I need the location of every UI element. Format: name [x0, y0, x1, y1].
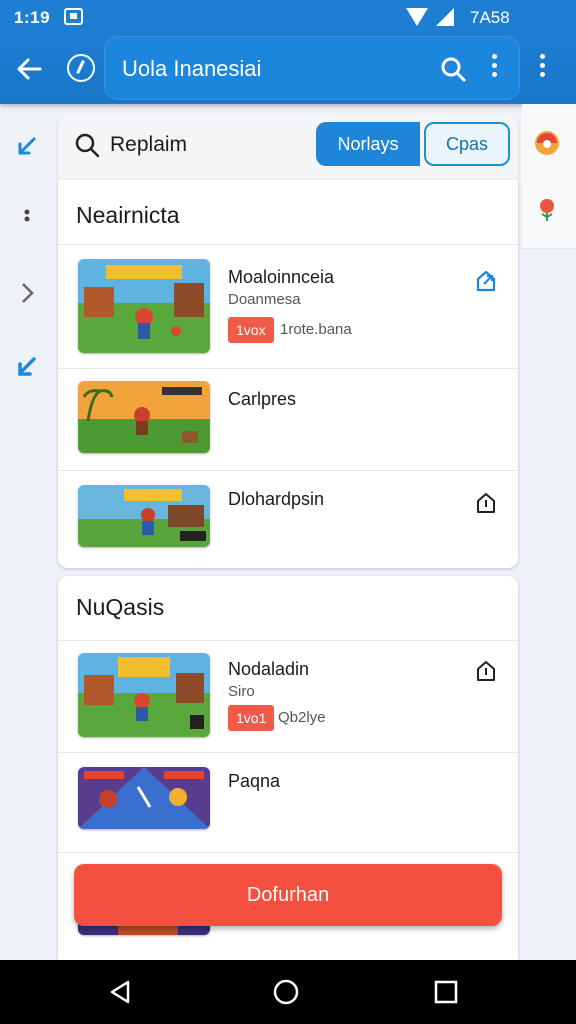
section-title: NuQasis [76, 594, 165, 620]
status-bar: 1:19 7A58 [0, 0, 576, 34]
right-rail [522, 104, 576, 249]
game-thumbnail [78, 767, 210, 829]
search-field-icon [74, 132, 100, 158]
item-title: Moaloinnceia [228, 267, 335, 287]
back-nav-icon[interactable] [106, 978, 134, 1006]
list-item[interactable]: Moaloinnceia Doanmesa 1vox 1rote.bana [58, 244, 518, 368]
list-item[interactable]: Carlpres [58, 368, 518, 470]
save-icon[interactable] [474, 659, 498, 683]
status-badge: 1vox [228, 317, 274, 343]
status-badge: 1vo1 [228, 705, 275, 731]
save-icon[interactable] [474, 491, 498, 515]
item-meta: Qb2lye [278, 709, 326, 726]
flower-icon[interactable] [534, 196, 560, 222]
overflow-menu-icon[interactable] [540, 54, 548, 84]
title-pill[interactable]: Uola Inanesiai [104, 36, 520, 100]
search-icon[interactable] [440, 56, 466, 82]
collapse-icon[interactable] [14, 134, 40, 160]
signal-icon [436, 8, 454, 26]
item-subtitle: Siro [228, 683, 255, 700]
item-title: Nodaladin [228, 659, 310, 679]
filter-chip-active[interactable]: Norlays [316, 122, 420, 166]
item-subtitle: Doanmesa [228, 291, 301, 308]
search-bar: Replaim Norlays Cpas [58, 114, 518, 180]
item-title: Carlpres [228, 389, 297, 409]
wifi-icon [406, 8, 428, 26]
game-thumbnail [78, 259, 210, 353]
item-meta: 1rote.bana [280, 321, 352, 338]
home-share-icon[interactable] [474, 269, 498, 293]
battery-text: 7A58 [470, 8, 510, 27]
chevron-right-icon[interactable] [14, 280, 40, 306]
app-title: Uola Inanesiai [122, 56, 262, 81]
speed-icon[interactable] [67, 54, 95, 82]
app-bar: Uola Inanesiai [0, 34, 576, 104]
search-query[interactable]: Replaim [110, 133, 187, 157]
list-item[interactable]: Nodaladin Siro 1vo1 Qb2lye [58, 640, 518, 752]
more-vert-icon[interactable] [492, 54, 500, 84]
filter-chip[interactable]: Cpas [424, 122, 510, 166]
game-thumbnail [78, 485, 210, 547]
left-rail [0, 104, 54, 960]
item-title: Paqna [228, 771, 281, 791]
game-thumbnail [78, 653, 210, 737]
section-title: Neairnicta [76, 202, 180, 228]
game-thumbnail [78, 381, 210, 453]
status-time: 1:19 [14, 8, 51, 27]
home-nav-icon[interactable] [272, 978, 300, 1006]
primary-action-button[interactable]: Dofurhan [74, 864, 502, 926]
system-nav-bar [0, 960, 576, 1024]
app-logo-icon[interactable] [534, 130, 560, 156]
more-icon[interactable] [14, 204, 40, 230]
list-item[interactable]: Paqna [58, 752, 518, 852]
back-arrow-icon[interactable] [14, 54, 44, 84]
download-arrow-icon[interactable] [14, 354, 40, 380]
list-item[interactable]: Dlohardpsin [58, 470, 518, 568]
item-title: Dlohardpsin [228, 489, 325, 509]
section-card: Neairnicta Moaloinnceia Doanmesa 1vox 1r… [58, 180, 518, 568]
recents-nav-icon[interactable] [432, 978, 460, 1006]
notification-icon [64, 8, 83, 25]
